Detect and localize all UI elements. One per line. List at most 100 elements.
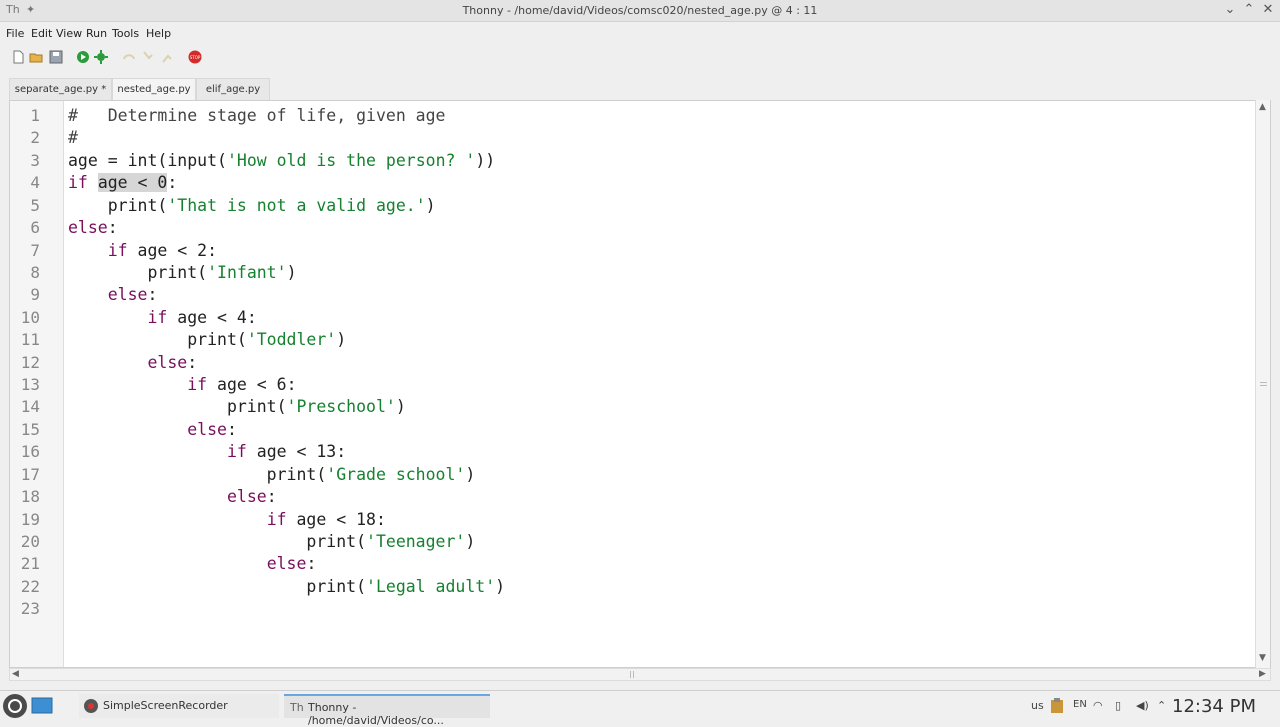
code-line[interactable]: if age < 18: <box>68 510 386 529</box>
scroll-right-arrow-icon[interactable]: ▶ <box>1259 669 1266 679</box>
code-line[interactable]: print('Teenager') <box>68 532 475 551</box>
tray-expand-icon[interactable]: ⌃ <box>1157 699 1166 712</box>
show-desktop-icon[interactable] <box>31 696 53 716</box>
line-number: 4 <box>30 173 40 192</box>
menu-view[interactable]: View <box>56 27 82 40</box>
task-thonny[interactable]: Th Thonny - /home/david/Videos/co... <box>284 694 490 727</box>
menu-edit[interactable]: Edit <box>31 27 52 40</box>
debug-icon[interactable] <box>94 50 108 64</box>
line-number: 20 <box>20 532 40 551</box>
code-line[interactable]: age = int(input('How old is the person? … <box>68 151 495 170</box>
stop-icon[interactable]: STOP <box>188 50 202 64</box>
line-number: 1 <box>30 106 40 125</box>
code-line[interactable]: print('Toddler') <box>68 330 346 349</box>
taskbar: SimpleScreenRecorder Th Thonny - /home/d… <box>0 690 1280 727</box>
task-simplescreenrecorder[interactable]: SimpleScreenRecorder <box>79 694 279 718</box>
code-line[interactable]: if age < 2: <box>68 241 217 260</box>
code-line[interactable]: print('Preschool') <box>68 397 406 416</box>
menu-tools[interactable]: Tools <box>112 27 139 40</box>
line-number: 17 <box>20 465 40 484</box>
code-line[interactable]: else: <box>68 353 197 372</box>
line-number: 3 <box>30 151 40 170</box>
maximize-icon[interactable]: ⌃ <box>1241 2 1257 17</box>
line-number: 14 <box>20 397 40 416</box>
horizontal-scrollbar[interactable]: ◀ ▶ <box>9 668 1271 681</box>
task-label: SimpleScreenRecorder <box>103 699 228 712</box>
line-number: 21 <box>20 554 40 573</box>
code-line[interactable]: else: <box>68 554 317 573</box>
code-line[interactable]: else: <box>68 420 237 439</box>
clipboard-icon[interactable] <box>1050 698 1064 714</box>
line-number-gutter: 1 2 3 4 5 6 7 8 9 10 11 12 13 14 15 16 1… <box>10 101 64 667</box>
code-line[interactable]: if age < 4: <box>68 308 256 327</box>
new-file-icon[interactable] <box>11 50 25 64</box>
line-number: 11 <box>20 330 40 349</box>
scroll-thumb-marker[interactable] <box>630 671 634 678</box>
keyboard-layout[interactable]: us <box>1031 699 1044 712</box>
clock[interactable]: 12:34 PM <box>1172 696 1256 717</box>
scroll-up-arrow-icon[interactable]: ▲ <box>1259 102 1266 112</box>
line-number: 10 <box>20 308 40 327</box>
volume-icon[interactable]: ◀) <box>1136 699 1149 712</box>
code-line[interactable]: else: <box>68 285 158 304</box>
tab-separate-age[interactable]: separate_age.py * <box>9 78 112 100</box>
menu-help[interactable]: Help <box>146 27 171 40</box>
code-line[interactable]: print('Infant') <box>68 263 296 282</box>
scroll-thumb-marker[interactable] <box>1260 382 1267 386</box>
thonny-task-icon: Th <box>290 701 304 714</box>
menu-bar: File Edit View Run Tools Help <box>0 22 1280 44</box>
code-line[interactable]: if age < 6: <box>68 375 296 394</box>
start-menu-icon[interactable] <box>2 693 28 719</box>
line-number: 7 <box>30 241 40 260</box>
tab-nested-age[interactable]: nested_age.py <box>112 78 196 100</box>
scroll-down-arrow-icon[interactable]: ▼ <box>1259 653 1266 663</box>
code-editor[interactable]: 1 2 3 4 5 6 7 8 9 10 11 12 13 14 15 16 1… <box>9 100 1271 668</box>
run-icon[interactable] <box>76 50 90 64</box>
text-selection: age < 0 <box>97 173 168 192</box>
code-line[interactable]: print('Grade school') <box>68 465 476 484</box>
code-line[interactable]: print('Legal adult') <box>68 577 505 596</box>
line-number: 13 <box>20 375 40 394</box>
line-number: 8 <box>30 263 40 282</box>
svg-text:STOP: STOP <box>190 55 201 60</box>
step-over-icon <box>123 54 135 60</box>
line-number: 6 <box>30 218 40 237</box>
line-number: 23 <box>20 599 40 618</box>
open-file-icon[interactable] <box>29 50 43 64</box>
line-number: 9 <box>30 285 40 304</box>
line-number: 15 <box>20 420 40 439</box>
editor-tabs: separate_age.py * nested_age.py elif_age… <box>0 78 1280 100</box>
input-language[interactable]: EN <box>1073 699 1087 710</box>
close-icon[interactable]: ✕ <box>1260 2 1276 17</box>
tab-elif-age[interactable]: elif_age.py <box>196 78 270 100</box>
line-number: 12 <box>20 353 40 372</box>
line-number: 22 <box>20 577 40 596</box>
code-line[interactable]: else: <box>68 218 118 237</box>
code-line[interactable]: if age < 0: <box>68 173 177 192</box>
recorder-icon <box>84 699 98 713</box>
task-label: Thonny - /home/david/Videos/co... <box>308 701 444 727</box>
line-number: 19 <box>20 510 40 529</box>
step-into-icon <box>143 51 153 60</box>
line-number: 2 <box>30 128 40 147</box>
menu-run[interactable]: Run <box>86 27 107 40</box>
line-number: 16 <box>20 442 40 461</box>
scroll-left-arrow-icon[interactable]: ◀ <box>12 669 19 679</box>
save-file-icon[interactable] <box>49 50 63 64</box>
menu-file[interactable]: File <box>6 27 24 40</box>
title-bar: Th ✦ Thonny - /home/david/Videos/comsc02… <box>0 0 1280 22</box>
battery-icon[interactable]: ▯ <box>1115 699 1121 712</box>
line-number: 5 <box>30 196 40 215</box>
vertical-scrollbar[interactable]: ▲ ▼ <box>1255 100 1270 668</box>
code-line[interactable]: # Determine stage of life, given age <box>68 106 446 125</box>
step-out-icon <box>162 54 172 63</box>
minimize-icon[interactable]: ⌄ <box>1222 2 1238 17</box>
code-line[interactable]: else: <box>68 487 277 506</box>
code-line[interactable]: if age < 13: <box>68 442 346 461</box>
window-title: Thonny - /home/david/Videos/comsc020/nes… <box>462 4 818 17</box>
network-icon[interactable]: ◠ <box>1093 699 1103 712</box>
toolbar: STOP <box>0 44 1280 72</box>
line-number: 18 <box>20 487 40 506</box>
code-line[interactable]: print('That is not a valid age.') <box>68 196 436 215</box>
code-line[interactable]: # <box>68 128 78 147</box>
